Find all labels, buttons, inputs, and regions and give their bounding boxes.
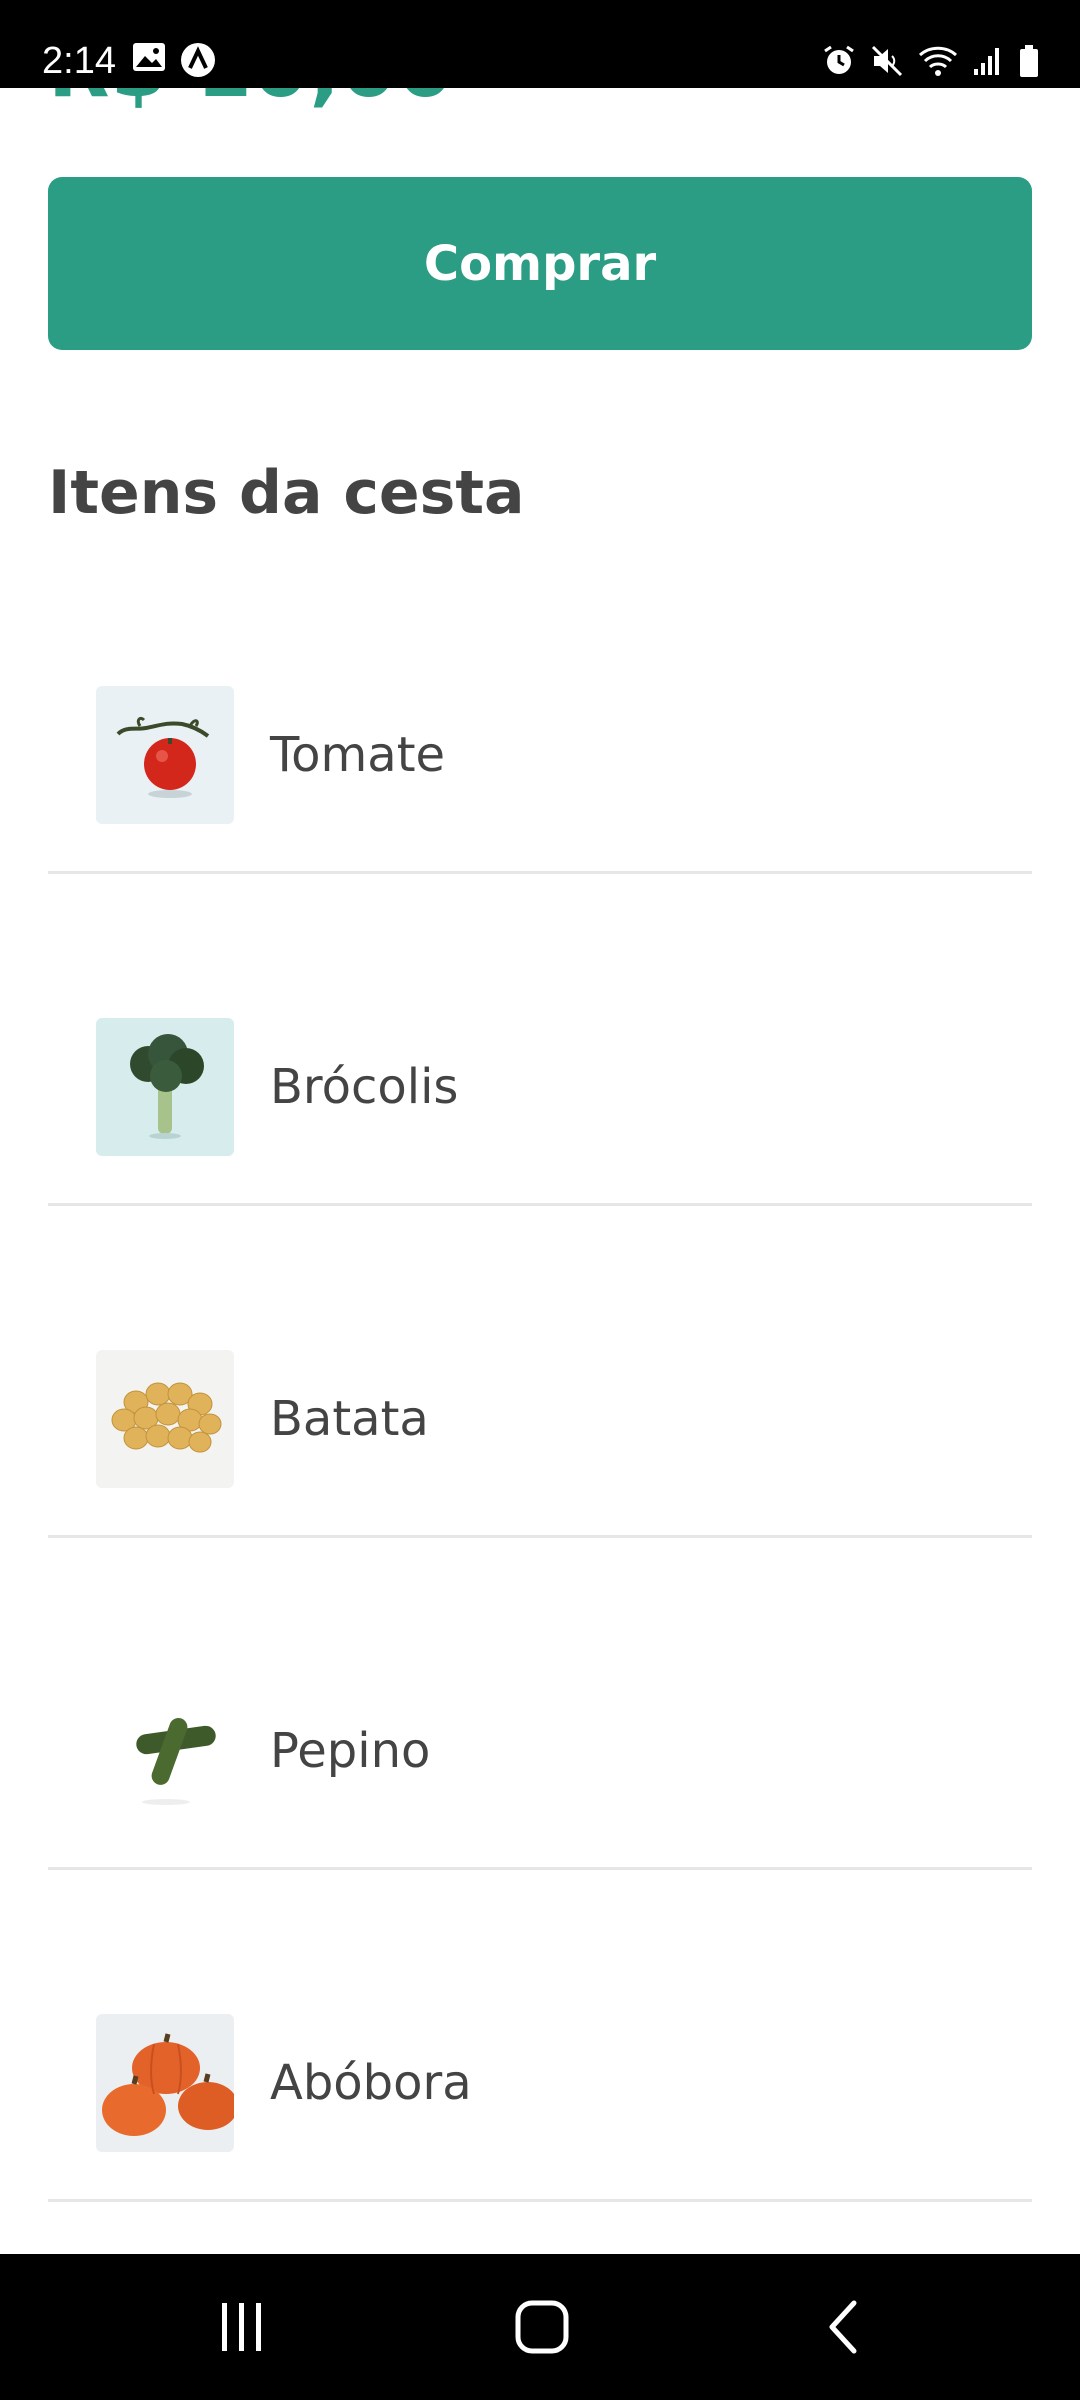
list-item[interactable]: Batata (48, 1206, 1032, 1538)
battery-icon (1018, 44, 1040, 82)
item-name: Brócolis (270, 1059, 459, 1115)
image-icon (132, 42, 166, 82)
broccoli-image (96, 1018, 234, 1156)
recent-apps-icon[interactable] (162, 2254, 322, 2400)
pumpkin-image (96, 2014, 234, 2152)
wifi-icon (918, 44, 958, 82)
section-title: Itens da cesta (48, 458, 525, 528)
alarm-icon (822, 44, 856, 82)
buy-button[interactable]: Comprar (48, 177, 1032, 350)
item-name: Pepino (270, 1723, 431, 1779)
mute-icon (870, 44, 904, 82)
navigation-bar (0, 2254, 1080, 2400)
basket-items-list: Tomate Brócolis Batata Pepino Abóbora (48, 542, 1032, 2202)
item-name: Tomate (270, 727, 446, 783)
list-item[interactable]: Abóbora (48, 1870, 1032, 2202)
list-item[interactable]: Pepino (48, 1538, 1032, 1870)
tomato-image (96, 686, 234, 824)
list-item[interactable]: Tomate (48, 542, 1032, 874)
list-item[interactable]: Brócolis (48, 874, 1032, 1206)
clock: 2:14 (42, 40, 116, 82)
basket-screen: R$ 10,00 Comprar Itens da cesta Tomate (0, 0, 1080, 2254)
potato-image (96, 1350, 234, 1488)
back-icon[interactable] (764, 2254, 924, 2400)
home-icon[interactable] (462, 2254, 622, 2400)
item-name: Abóbora (270, 2055, 472, 2111)
status-bar: 2:14 (0, 0, 1080, 88)
app-a-icon (180, 42, 216, 82)
cucumber-image (96, 1682, 234, 1820)
item-name: Batata (270, 1391, 429, 1447)
signal-icon (972, 45, 1004, 81)
